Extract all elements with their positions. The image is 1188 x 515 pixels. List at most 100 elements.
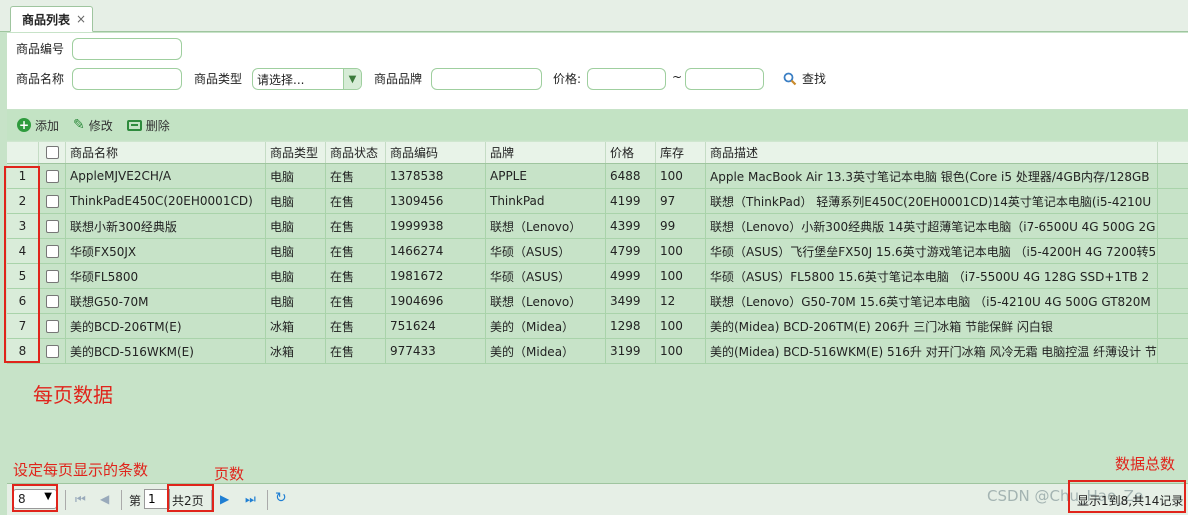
- cell-desc: 美的(Midea) BCD-206TM(E) 206升 三门冰箱 节能保鲜 闪白…: [706, 314, 1158, 338]
- cell-price: 6488: [606, 164, 656, 188]
- table-row[interactable]: 3 联想小新300经典版 电脑 在售 1999938 联想（Lenovo） 4399 99 联想…: [7, 214, 1188, 239]
- cell-type: 冰箱: [266, 339, 326, 363]
- table-row[interactable]: 4 华硕FX50JX 电脑 在售 1466274 华硕（ASUS） 4799 100 华硕（AS…: [7, 239, 1188, 264]
- cell-status: 在售: [326, 314, 386, 338]
- row-checkbox[interactable]: [39, 289, 66, 313]
- price-separator: ~: [672, 70, 683, 84]
- row-number-header: [7, 142, 39, 163]
- pencil-icon: ✎: [73, 117, 85, 133]
- cell-stock: 100: [656, 314, 706, 338]
- edit-button[interactable]: ✎ 修改: [73, 117, 113, 134]
- chevron-down-icon: ▼: [343, 69, 361, 89]
- cell-code: 1981672: [386, 264, 486, 288]
- annotation-box-rows: [4, 166, 40, 363]
- cell-price: 4799: [606, 239, 656, 263]
- cell-price: 3499: [606, 289, 656, 313]
- cell-type: 电脑: [266, 189, 326, 213]
- cell-brand: APPLE: [486, 164, 606, 188]
- cell-name: 联想小新300经典版: [66, 214, 266, 238]
- annotation-per-page-data: 每页数据: [33, 383, 113, 407]
- add-button[interactable]: + 添加: [17, 117, 59, 134]
- table-row[interactable]: 1 AppleMJVE2CH/A 电脑 在售 1378538 APPLE 6488 100 Ap…: [7, 164, 1188, 189]
- col-header-brand[interactable]: 品牌: [486, 142, 606, 163]
- brand-label: 商品品牌: [374, 72, 423, 86]
- search-button[interactable]: 查找: [783, 70, 826, 87]
- cell-type: 电脑: [266, 239, 326, 263]
- tab-bar: 商品列表 ×: [0, 0, 1188, 32]
- row-checkbox[interactable]: [39, 239, 66, 263]
- cell-code: 1904696: [386, 289, 486, 313]
- prev-page-icon[interactable]: ◀: [100, 492, 109, 506]
- next-page-icon[interactable]: ▶: [220, 492, 229, 506]
- col-header-stock[interactable]: 库存: [656, 142, 706, 163]
- cell-price: 4999: [606, 264, 656, 288]
- col-header-desc[interactable]: 商品描述: [706, 142, 1158, 163]
- delete-button[interactable]: 删除: [126, 117, 170, 134]
- checkbox-icon: [45, 344, 59, 358]
- checkbox-icon: [45, 146, 59, 159]
- annotation-box-total: [1068, 480, 1186, 513]
- pager-divider: [65, 490, 66, 510]
- cell-stock: 12: [656, 289, 706, 313]
- cell-brand: ThinkPad: [486, 189, 606, 213]
- cell-type: 电脑: [266, 164, 326, 188]
- table-row[interactable]: 7 美的BCD-206TM(E) 冰箱 在售 751624 美的（Midea） 1298 10…: [7, 314, 1188, 339]
- col-header-type[interactable]: 商品类型: [266, 142, 326, 163]
- select-all-checkbox[interactable]: [39, 142, 66, 163]
- row-checkbox[interactable]: [39, 264, 66, 288]
- cell-code: 977433: [386, 339, 486, 363]
- search-icon: [783, 72, 797, 85]
- last-page-icon[interactable]: ⏭: [245, 492, 256, 507]
- tab-product-list[interactable]: 商品列表 ×: [10, 6, 94, 32]
- cell-stock: 100: [656, 264, 706, 288]
- row-checkbox[interactable]: [39, 314, 66, 338]
- price-label: 价格:: [553, 72, 582, 86]
- table-row[interactable]: 2 ThinkPadE450C(20EH0001CD) 电脑 在售 1309456 Thi…: [7, 189, 1188, 214]
- col-header-code[interactable]: 商品编码: [386, 142, 486, 163]
- checkbox-icon: [45, 244, 59, 258]
- table-row[interactable]: 5 华硕FL5800 电脑 在售 1981672 华硕（ASUS） 4999 100 华硕（AS…: [7, 264, 1188, 289]
- cell-desc: 联想（Lenovo）G50-70M 15.6英寸笔记本电脑 （i5-4210U …: [706, 289, 1158, 313]
- cell-status: 在售: [326, 339, 386, 363]
- cell-brand: 美的（Midea）: [486, 314, 606, 338]
- col-header-name[interactable]: 商品名称: [66, 142, 266, 163]
- grid-header: 商品名称 商品类型 商品状态 商品编码 品牌 价格 库存 商品描述: [7, 141, 1188, 164]
- close-icon[interactable]: ×: [76, 12, 86, 26]
- cell-status: 在售: [326, 164, 386, 188]
- price-min-input[interactable]: [587, 68, 666, 90]
- row-checkbox[interactable]: [39, 164, 66, 188]
- type-select[interactable]: 请选择... ▼: [252, 68, 362, 90]
- cell-code: 1466274: [386, 239, 486, 263]
- refresh-icon[interactable]: ↻: [275, 490, 287, 506]
- cell-price: 1298: [606, 314, 656, 338]
- cell-status: 在售: [326, 264, 386, 288]
- checkbox-icon: [45, 194, 59, 208]
- delete-icon: [126, 119, 142, 131]
- table-row[interactable]: 6 联想G50-70M 电脑 在售 1904696 联想（Lenovo） 3499 12 联想（…: [7, 289, 1188, 314]
- pager-divider: [267, 490, 268, 510]
- cell-status: 在售: [326, 239, 386, 263]
- code-input[interactable]: [72, 38, 182, 60]
- row-checkbox[interactable]: [39, 339, 66, 363]
- checkbox-icon: [45, 169, 59, 183]
- col-header-status[interactable]: 商品状态: [326, 142, 386, 163]
- cell-price: 4399: [606, 214, 656, 238]
- row-checkbox[interactable]: [39, 189, 66, 213]
- checkbox-icon: [45, 219, 59, 233]
- cell-stock: 100: [656, 164, 706, 188]
- cell-stock: 100: [656, 239, 706, 263]
- row-checkbox[interactable]: [39, 214, 66, 238]
- brand-input[interactable]: [431, 68, 542, 90]
- price-max-input[interactable]: [685, 68, 764, 90]
- cell-status: 在售: [326, 189, 386, 213]
- col-header-price[interactable]: 价格: [606, 142, 656, 163]
- table-row[interactable]: 8 美的BCD-516WKM(E) 冰箱 在售 977433 美的（Midea） 3199 1…: [7, 339, 1188, 364]
- name-input[interactable]: [72, 68, 182, 90]
- cell-stock: 100: [656, 339, 706, 363]
- cell-price: 3199: [606, 339, 656, 363]
- checkbox-icon: [45, 294, 59, 308]
- checkbox-icon: [45, 319, 59, 333]
- first-page-icon[interactable]: ⏮: [75, 492, 86, 507]
- cell-code: 751624: [386, 314, 486, 338]
- cell-desc: 华硕（ASUS）FL5800 15.6英寸笔记本电脑 （i7-5500U 4G …: [706, 264, 1158, 288]
